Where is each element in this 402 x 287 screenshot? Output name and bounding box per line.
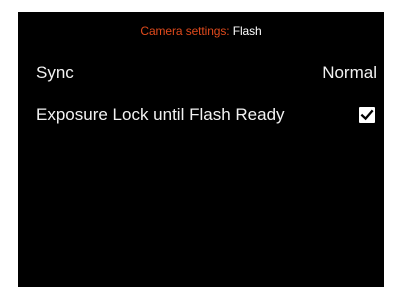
header-page-label: Flash [232,24,262,38]
sync-setting-label: Sync [36,63,74,82]
screen-header: Camera settings: Flash [18,24,384,38]
exposure-lock-checkbox[interactable] [359,107,375,123]
exposure-lock-setting-row[interactable]: Exposure Lock until Flash Ready [18,101,384,129]
check-icon [360,109,374,121]
exposure-lock-setting-label: Exposure Lock until Flash Ready [36,105,285,124]
camera-settings-screen: Camera settings: Flash Sync Normal Expos… [18,12,384,287]
sync-setting-row[interactable]: Sync Normal [18,59,384,87]
header-section-label: Camera settings: [140,24,230,38]
sync-setting-value: Normal [322,63,377,82]
